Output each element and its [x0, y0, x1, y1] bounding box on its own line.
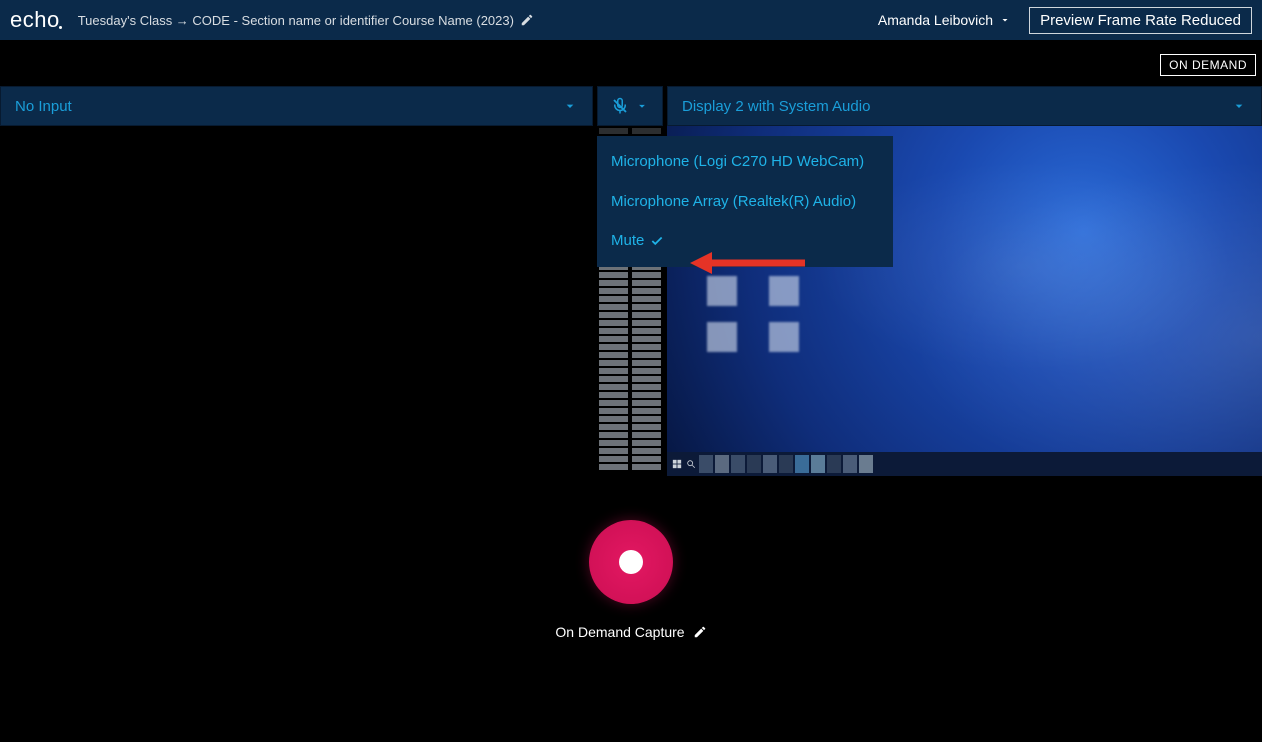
user-menu[interactable]: Amanda Leibovich: [878, 12, 1011, 28]
chevron-down-icon: [562, 98, 578, 114]
right-source-label: Display 2 with System Audio: [682, 98, 870, 115]
mic-selector[interactable]: [597, 86, 663, 126]
left-source-label: No Input: [15, 98, 72, 115]
mic-option-mute[interactable]: Mute: [597, 221, 893, 261]
chevron-down-icon: [999, 14, 1011, 26]
breadcrumb[interactable]: Tuesday's Class → CODE - Section name or…: [78, 13, 868, 28]
capture-label-row: On Demand Capture: [555, 624, 706, 640]
top-bar: echo Tuesday's Class → CODE - Section na…: [0, 0, 1262, 40]
desktop-icons: [707, 276, 803, 356]
on-demand-badge: ON DEMAND: [1160, 54, 1256, 76]
record-dot-icon: [619, 550, 643, 574]
mic-option-mute-label: Mute: [611, 231, 644, 251]
taskbar: [667, 452, 1262, 476]
left-panel: No Input: [0, 86, 593, 476]
logo: echo: [10, 7, 60, 33]
chevron-down-icon: [1231, 98, 1247, 114]
record-area: On Demand Capture: [0, 520, 1262, 640]
mic-dropdown: Microphone (Logi C270 HD WebCam) Microph…: [597, 136, 893, 267]
windows-start-icon: [671, 458, 683, 470]
check-icon: [650, 234, 664, 248]
search-icon: [685, 458, 697, 470]
mic-option-logi[interactable]: Microphone (Logi C270 HD WebCam): [597, 142, 893, 182]
edit-icon[interactable]: [518, 13, 534, 27]
edit-icon[interactable]: [693, 625, 707, 639]
breadcrumb-text: Tuesday's Class → CODE - Section name or…: [78, 13, 514, 28]
right-source-selector[interactable]: Display 2 with System Audio: [667, 86, 1262, 126]
frame-rate-notice: Preview Frame Rate Reduced: [1029, 7, 1252, 34]
user-name: Amanda Leibovich: [878, 12, 993, 28]
left-source-selector[interactable]: No Input: [0, 86, 593, 126]
capture-label: On Demand Capture: [555, 624, 684, 640]
status-row: ON DEMAND: [0, 40, 1262, 86]
left-preview: [0, 126, 593, 476]
mic-option-realtek[interactable]: Microphone Array (Realtek(R) Audio): [597, 182, 893, 222]
mic-muted-icon: [611, 97, 629, 115]
chevron-down-icon: [635, 99, 649, 113]
record-button[interactable]: [589, 520, 673, 604]
